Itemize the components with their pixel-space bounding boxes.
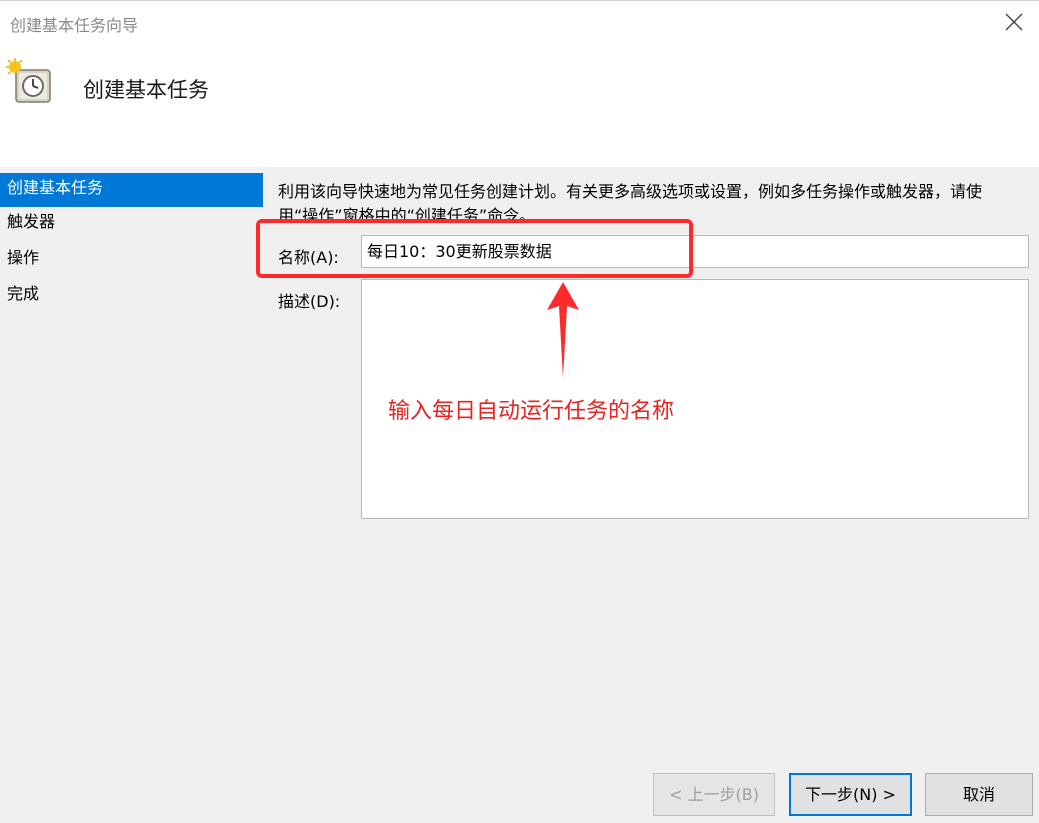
title-bar: 创建基本任务向导 xyxy=(0,0,1039,44)
annotation-arrow-icon xyxy=(547,282,579,378)
name-label: 名称(A): xyxy=(278,248,339,267)
intro-text: 利用该向导快速地为常见任务创建计划。有关更多高级选项或设置，例如多任务操作或触发… xyxy=(278,182,983,224)
annotation-text: 输入每日自动运行任务的名称 xyxy=(388,399,675,424)
window-title: 创建基本任务向导 xyxy=(10,16,139,35)
wizard-header: 创建基本任务 xyxy=(0,44,1039,167)
step-create-basic-task[interactable]: 创建基本任务 xyxy=(0,173,263,207)
task-scheduler-clock-icon xyxy=(6,58,51,103)
cancel-button[interactable]: 取消 xyxy=(925,773,1033,816)
wizard-steps: 创建基本任务 触发器 操作 完成 xyxy=(0,173,263,315)
wizard-heading: 创建基本任务 xyxy=(83,78,209,102)
name-input[interactable]: 每日10：30更新股票数据 xyxy=(361,235,1029,268)
back-button[interactable]: < 上一步(B) xyxy=(653,773,775,816)
next-button[interactable]: 下一步(N) > xyxy=(789,773,912,816)
description-label: 描述(D): xyxy=(278,292,341,311)
step-trigger[interactable]: 触发器 xyxy=(0,207,263,243)
step-finish[interactable]: 完成 xyxy=(0,279,263,315)
step-action[interactable]: 操作 xyxy=(0,243,263,279)
close-icon[interactable] xyxy=(1003,11,1025,33)
